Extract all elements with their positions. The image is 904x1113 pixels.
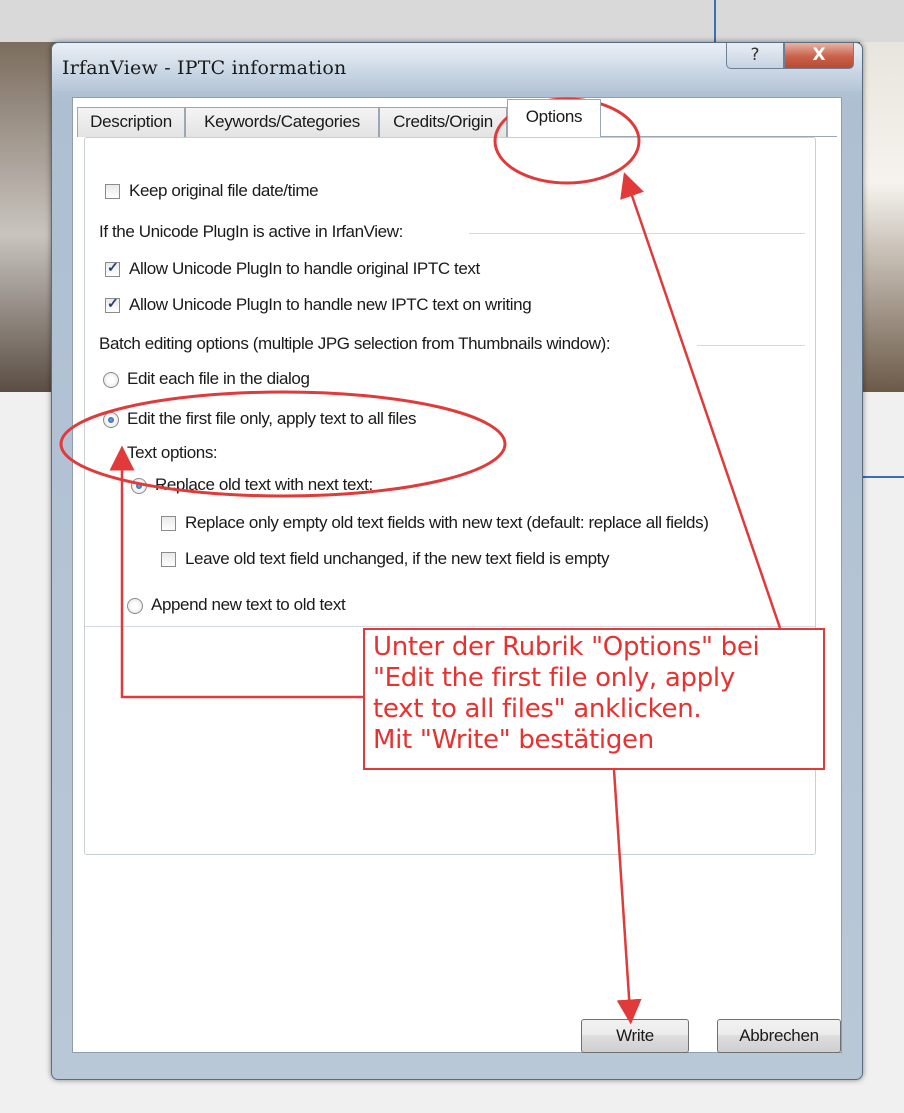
annotation-line-2: "Edit the first file only, apply <box>373 663 735 693</box>
tab-options[interactable]: Options <box>507 99 601 137</box>
annotation-overlay <box>59 97 782 1025</box>
arrow-to-write-button <box>612 769 642 1025</box>
annotation-line-1: Unter der Rubrik "Options" bei <box>373 632 760 662</box>
edit-first-highlight-ellipse <box>59 390 507 498</box>
arrow-to-options-tab <box>620 172 782 629</box>
annotation-note: Unter der Rubrik "Options" bei "Edit the… <box>363 628 825 770</box>
annotation-line-3: text to all files" anklicken. <box>373 694 702 724</box>
annotation-line-4: Mit "Write" bestätigen <box>373 725 654 755</box>
